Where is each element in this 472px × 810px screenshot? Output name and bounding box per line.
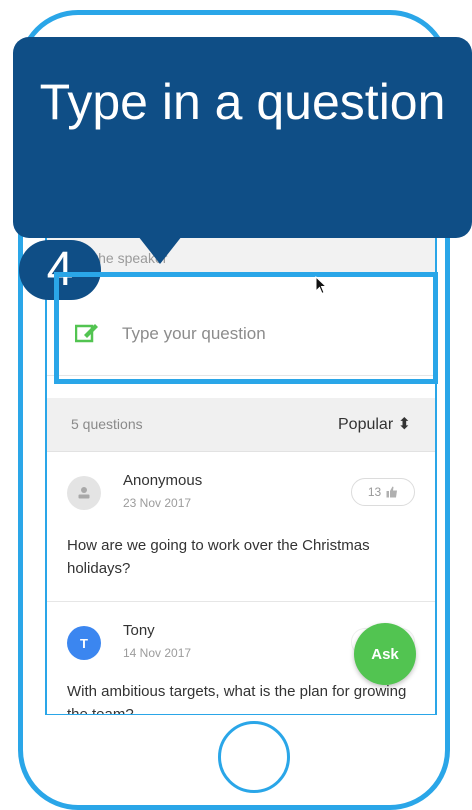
sort-dropdown[interactable]: Popular ⬍	[338, 414, 411, 434]
question-date: 14 Nov 2017	[123, 646, 192, 660]
home-button[interactable]	[218, 721, 290, 793]
thumbs-up-icon	[386, 486, 398, 498]
callout-tail	[138, 236, 182, 264]
question-author: Tony	[123, 622, 155, 639]
ask-button[interactable]: Ask	[354, 623, 416, 685]
like-count: 13	[367, 485, 382, 499]
question-text: How are we going to work over the Christ…	[67, 537, 370, 577]
avatar: T	[67, 626, 101, 660]
person-icon	[78, 487, 90, 499]
cursor-icon	[315, 276, 328, 295]
question-text: With ambitious targets, what is the plan…	[67, 683, 407, 714]
question-count: 5 questions	[71, 416, 143, 432]
questions-bar: 5 questions Popular ⬍	[47, 398, 435, 452]
like-button[interactable]: 13	[351, 478, 415, 506]
question-author: Anonymous	[123, 472, 203, 489]
callout-text: Type in a question	[39, 74, 446, 130]
highlight-box	[54, 272, 438, 384]
question-date: 23 Nov 2017	[123, 496, 192, 510]
avatar	[67, 476, 101, 510]
question-card[interactable]: Anonymous 23 Nov 2017 13 How are we goin…	[47, 452, 435, 602]
callout-bubble	[13, 37, 472, 238]
